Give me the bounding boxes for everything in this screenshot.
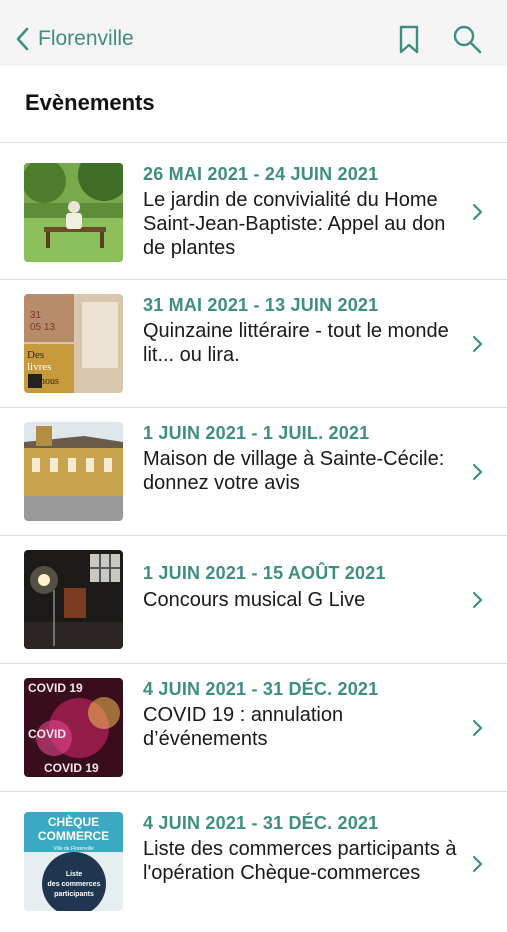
thumb-text: Liste xyxy=(66,871,82,878)
event-date: 4 JUIN 2021 - 31 DÉC. 2021 xyxy=(143,813,379,833)
chevron-right-icon xyxy=(472,335,483,353)
chevron-right-icon xyxy=(472,591,483,609)
event-title: COVID 19 : annulation d’événements xyxy=(143,704,344,750)
event-row[interactable]: 31 05 13 Des livres nous 31 MAI 2021 - 1… xyxy=(0,280,507,408)
svg-text:05 13: 05 13 xyxy=(30,322,55,333)
back-button[interactable]: Florenville xyxy=(12,22,134,56)
search-icon[interactable] xyxy=(450,22,484,56)
chevron-left-icon xyxy=(16,27,29,51)
event-title: Maison de village à Sainte-Cécile: donne… xyxy=(143,448,445,494)
events-list: 26 MAI 2021 - 24 JUIN 2021 Le jardin de … xyxy=(0,143,507,932)
thumb-text: nous xyxy=(40,376,59,387)
navigation-bar: Florenville xyxy=(0,0,507,66)
event-thumbnail-covid: COVID 19 COVID COVID 19 xyxy=(24,678,123,777)
chevron-right-icon xyxy=(472,719,483,737)
event-date: 1 JUIN 2021 - 15 AOÛT 2021 xyxy=(143,563,386,583)
chevron-right-icon xyxy=(472,203,483,221)
thumb-text: Ville de Florenville xyxy=(53,846,94,852)
event-thumbnail-stage xyxy=(24,550,123,649)
event-title: Quinzaine littéraire - tout le monde lit… xyxy=(143,320,449,366)
event-date: 31 MAI 2021 - 13 JUIN 2021 xyxy=(143,295,379,315)
section-header: Evènements xyxy=(0,66,507,143)
event-thumbnail-books: 31 05 13 Des livres nous xyxy=(24,294,123,393)
thumb-text: participants xyxy=(54,891,94,898)
thumb-text: CHÈQUE xyxy=(48,814,99,829)
bookmark-icon[interactable] xyxy=(392,22,426,56)
event-row[interactable]: 1 JUIN 2021 - 15 AOÛT 2021 Concours musi… xyxy=(0,536,507,664)
event-row[interactable]: COVID 19 COVID COVID 19 4 JUIN 2021 - 31… xyxy=(0,664,507,792)
page-title: Evènements xyxy=(25,90,155,115)
svg-text:31: 31 xyxy=(30,310,42,321)
thumb-text: COMMERCE xyxy=(38,829,109,843)
chevron-right-icon xyxy=(472,855,483,873)
event-thumbnail-garden xyxy=(24,163,123,262)
event-title: Concours musical G Live xyxy=(143,589,366,611)
event-date: 1 JUIN 2021 - 1 JUIL. 2021 xyxy=(143,423,370,443)
thumb-text: livres xyxy=(27,361,51,373)
event-row[interactable]: 26 MAI 2021 - 24 JUIN 2021 Le jardin de … xyxy=(0,143,507,280)
back-label: Florenville xyxy=(38,27,134,50)
event-date: 4 JUIN 2021 - 31 DÉC. 2021 xyxy=(143,679,379,699)
event-thumbnail-cheque-commerce: CHÈQUE COMMERCE Ville de Florenville Lis… xyxy=(24,812,123,911)
thumb-text: Des xyxy=(27,349,44,361)
chevron-right-icon xyxy=(472,463,483,481)
thumb-text: COVID 19 xyxy=(28,681,83,695)
thumb-text: COVID xyxy=(28,727,66,741)
event-row[interactable]: CHÈQUE COMMERCE Ville de Florenville Lis… xyxy=(0,792,507,932)
event-date: 26 MAI 2021 - 24 JUIN 2021 xyxy=(143,164,379,184)
thumb-text: COVID 19 xyxy=(44,761,99,775)
event-row[interactable]: 1 JUIN 2021 - 1 JUIL. 2021 Maison de vil… xyxy=(0,408,507,536)
thumb-text: des commerces xyxy=(48,881,101,888)
event-thumbnail-village-house xyxy=(24,422,123,521)
event-title: Liste des commerces participants à l'opé… xyxy=(143,838,457,884)
event-title: Le jardin de convivialité du Home Saint-… xyxy=(143,189,446,259)
